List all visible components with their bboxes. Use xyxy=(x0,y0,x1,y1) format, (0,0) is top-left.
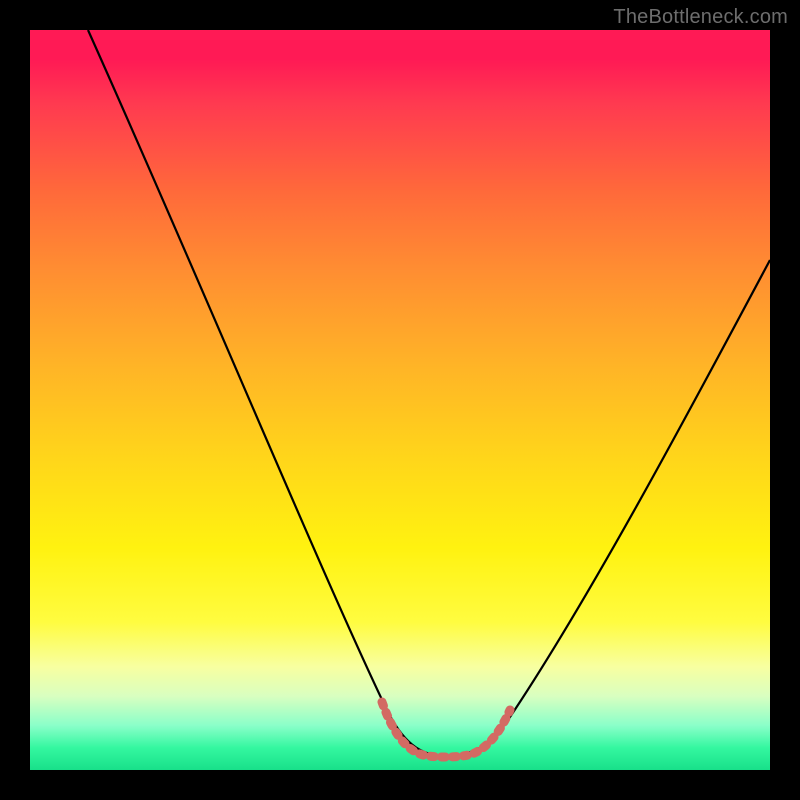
watermark-text: TheBottleneck.com xyxy=(613,6,788,29)
bottleneck-curve xyxy=(88,30,770,756)
plot-area xyxy=(30,30,770,770)
chart-frame: TheBottleneck.com xyxy=(0,0,800,800)
highlight-band xyxy=(382,702,510,757)
curve-layer xyxy=(30,30,770,770)
